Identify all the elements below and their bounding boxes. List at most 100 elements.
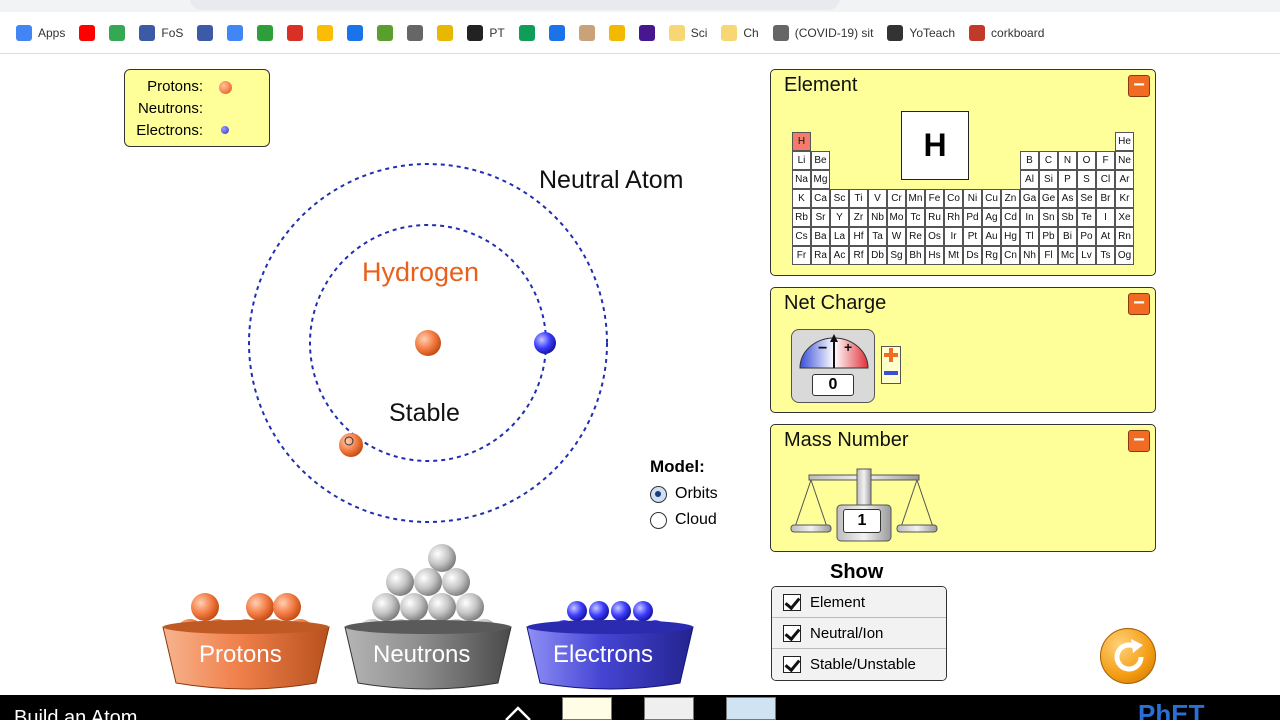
checkbox-checked-icon[interactable] (783, 624, 801, 642)
element-cell-f[interactable]: F (1096, 151, 1115, 170)
element-cell-se[interactable]: Se (1077, 189, 1096, 208)
bookmark-item[interactable] (227, 23, 244, 43)
show-stable-unstable-checkbox[interactable]: Stable/Unstable (772, 649, 946, 680)
element-cell-kr[interactable]: Kr (1115, 189, 1134, 208)
bookmark-item[interactable]: Sci (668, 23, 707, 43)
element-cell-cd[interactable]: Cd (1001, 208, 1020, 227)
phet-logo[interactable]: PhET (1138, 699, 1204, 720)
element-cell-hs[interactable]: Hs (925, 246, 944, 265)
element-cell-o[interactable]: O (1077, 151, 1096, 170)
bookmark-item[interactable] (548, 23, 565, 43)
element-cell-ga[interactable]: Ga (1020, 189, 1039, 208)
show-element-checkbox[interactable]: Element (772, 587, 946, 618)
element-cell-sr[interactable]: Sr (811, 208, 830, 227)
element-collapse-button[interactable]: − (1128, 75, 1150, 97)
element-cell-tc[interactable]: Tc (906, 208, 925, 227)
element-cell-cn[interactable]: Cn (1001, 246, 1020, 265)
element-cell-ta[interactable]: Ta (868, 227, 887, 246)
element-cell-rf[interactable]: Rf (849, 246, 868, 265)
element-cell-po[interactable]: Po (1077, 227, 1096, 246)
element-cell-nh[interactable]: Nh (1020, 246, 1039, 265)
element-cell-s[interactable]: S (1077, 170, 1096, 189)
checkbox-checked-icon[interactable] (783, 656, 801, 673)
bookmark-item[interactable] (518, 23, 535, 43)
element-cell-hg[interactable]: Hg (1001, 227, 1020, 246)
element-cell-ba[interactable]: Ba (811, 227, 830, 246)
radio-unselected-icon[interactable] (650, 511, 667, 529)
element-cell-db[interactable]: Db (868, 246, 887, 265)
element-cell-co[interactable]: Co (944, 189, 963, 208)
element-cell-as[interactable]: As (1058, 189, 1077, 208)
element-cell-lv[interactable]: Lv (1077, 246, 1096, 265)
element-cell-ds[interactable]: Ds (963, 246, 982, 265)
element-cell-cs[interactable]: Cs (792, 227, 811, 246)
element-cell-n[interactable]: N (1058, 151, 1077, 170)
element-cell-ru[interactable]: Ru (925, 208, 944, 227)
bookmark-item[interactable] (437, 23, 454, 43)
element-cell-zr[interactable]: Zr (849, 208, 868, 227)
element-cell-pb[interactable]: Pb (1039, 227, 1058, 246)
radio-selected-icon[interactable] (650, 485, 667, 503)
element-cell-mn[interactable]: Mn (906, 189, 925, 208)
element-cell-fe[interactable]: Fe (925, 189, 944, 208)
bookmark-item[interactable]: Ch (721, 23, 759, 43)
model-cloud-radio[interactable]: Cloud (650, 511, 717, 529)
element-cell-na[interactable]: Na (792, 170, 811, 189)
element-cell-ag[interactable]: Ag (982, 208, 1001, 227)
element-cell-ni[interactable]: Ni (963, 189, 982, 208)
element-cell-nb[interactable]: Nb (868, 208, 887, 227)
element-cell-sb[interactable]: Sb (1058, 208, 1077, 227)
element-cell-sg[interactable]: Sg (887, 246, 906, 265)
element-cell-hf[interactable]: Hf (849, 227, 868, 246)
element-cell-mt[interactable]: Mt (944, 246, 963, 265)
element-cell-al[interactable]: Al (1020, 170, 1039, 189)
element-cell-li[interactable]: Li (792, 151, 811, 170)
bookmark-item[interactable]: Apps (16, 23, 65, 43)
bookmark-item[interactable] (109, 23, 126, 43)
element-cell-mo[interactable]: Mo (887, 208, 906, 227)
bookmark-item[interactable] (257, 23, 274, 43)
model-orbits-radio[interactable]: Orbits (650, 485, 718, 503)
symbol-screen-thumb-icon[interactable] (644, 697, 694, 720)
element-cell-ge[interactable]: Ge (1039, 189, 1058, 208)
element-cell-au[interactable]: Au (982, 227, 1001, 246)
element-cell-y[interactable]: Y (830, 208, 849, 227)
element-cell-be[interactable]: Be (811, 151, 830, 170)
element-cell-og[interactable]: Og (1115, 246, 1134, 265)
element-cell-ca[interactable]: Ca (811, 189, 830, 208)
element-cell-mg[interactable]: Mg (811, 170, 830, 189)
net-charge-collapse-button[interactable]: − (1128, 293, 1150, 315)
element-cell-bi[interactable]: Bi (1058, 227, 1077, 246)
element-cell-br[interactable]: Br (1096, 189, 1115, 208)
bookmark-item[interactable] (377, 23, 394, 43)
element-cell-fr[interactable]: Fr (792, 246, 811, 265)
element-cell-i[interactable]: I (1096, 208, 1115, 227)
address-bar[interactable] (190, 0, 840, 10)
element-cell-ti[interactable]: Ti (849, 189, 868, 208)
bookmark-item[interactable]: (COVID-19) sit (772, 23, 873, 43)
element-cell-v[interactable]: V (868, 189, 887, 208)
reset-all-button[interactable] (1100, 628, 1156, 684)
nucleus-proton[interactable] (415, 330, 441, 356)
element-cell-ar[interactable]: Ar (1115, 170, 1134, 189)
home-icon[interactable] (503, 704, 533, 720)
element-cell-cu[interactable]: Cu (982, 189, 1001, 208)
bookmark-item[interactable] (287, 23, 304, 43)
element-cell-re[interactable]: Re (906, 227, 925, 246)
element-cell-rb[interactable]: Rb (792, 208, 811, 227)
element-cell-tl[interactable]: Tl (1020, 227, 1039, 246)
bookmark-item[interactable]: corkboard (969, 23, 1044, 43)
element-cell-pt[interactable]: Pt (963, 227, 982, 246)
element-cell-ac[interactable]: Ac (830, 246, 849, 265)
bookmark-item[interactable] (608, 23, 625, 43)
bookmark-item[interactable] (317, 23, 334, 43)
element-cell-zn[interactable]: Zn (1001, 189, 1020, 208)
element-cell-si[interactable]: Si (1039, 170, 1058, 189)
game-screen-thumb-icon[interactable] (726, 697, 776, 720)
element-cell-os[interactable]: Os (925, 227, 944, 246)
bookmark-item[interactable] (347, 23, 364, 43)
element-cell-ne[interactable]: Ne (1115, 151, 1134, 170)
bookmark-item[interactable]: FoS (139, 23, 183, 43)
element-cell-ir[interactable]: Ir (944, 227, 963, 246)
element-cell-te[interactable]: Te (1077, 208, 1096, 227)
